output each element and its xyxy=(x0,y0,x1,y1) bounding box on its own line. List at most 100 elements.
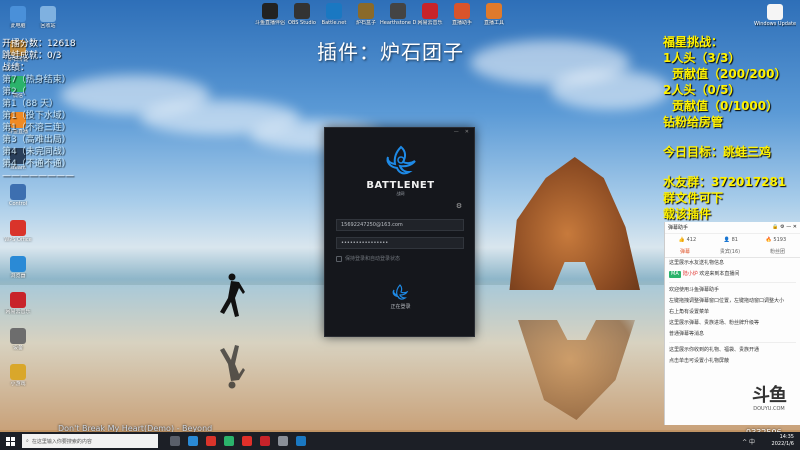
desktop-icon-label: 回收站 xyxy=(40,23,56,29)
challenge-2-progress: 贡献值（0/1000） xyxy=(672,99,779,113)
message-text: 这里展示水友送礼物信息 xyxy=(669,260,725,266)
taskbar-app-icon[interactable] xyxy=(260,436,270,446)
stream-stats-left: 开播分数：12618 跳蛙成就：0/3 战绩： 第7（热身结束） 第2（ 第1（88 天… xyxy=(2,38,76,182)
desktop-icon[interactable]: 小游戏 xyxy=(0,364,36,387)
minimize-icon[interactable]: — xyxy=(454,129,459,136)
desktop-icon[interactable]: 直播助手 xyxy=(444,3,480,26)
desktop-icon[interactable]: 斗鱼直播伴侣 xyxy=(252,3,288,26)
stat-line: 第7（热身结束） xyxy=(2,75,71,85)
user-level-badge: MA xyxy=(669,271,681,278)
challenge-1-progress: 贡献值（200/200） xyxy=(672,67,787,81)
desktop-icon-label: 网易云音乐 xyxy=(417,20,443,26)
app-icon xyxy=(454,3,470,19)
brand-name: BATTLENET xyxy=(366,180,435,191)
danmu-tabs[interactable]: 弹幕 贵宾(16) 粉丝团 xyxy=(665,246,800,258)
message-text: 这里展示弹幕、贵族进场、粉丝牌升级等 xyxy=(669,320,760,326)
taskbar-apps xyxy=(170,436,306,446)
desktop-icon[interactable]: 直播工具 xyxy=(476,3,512,26)
desktop-icon[interactable]: 网易云音乐 xyxy=(0,292,36,315)
danmu-panel[interactable]: 弹幕助手 🔒 ⚙ — ✕ 👍 412 👤 81 🔥 5193 弹幕 贵宾(16) 粉丝团… xyxy=(664,222,800,425)
danmu-message: 这里展示弹幕、贵族进场、粉丝牌升级等 xyxy=(665,318,800,329)
app-icon xyxy=(40,6,56,22)
danmu-message: 欢迎使用斗鱼弹幕助手 xyxy=(665,285,800,296)
taskbar-app-icon[interactable] xyxy=(170,436,180,446)
taskbar-clock[interactable]: 14:35 2022/1/6 xyxy=(772,434,794,448)
clock-time: 14:35 xyxy=(779,434,794,440)
desktop-icon-label: WPS Office xyxy=(4,237,32,243)
taskbar: ⌕ 在这里输入你要搜索的内容 ^ 中 14:35 2022/1/6 xyxy=(0,432,800,450)
stat-line: 第2（ xyxy=(2,87,26,97)
taskbar-app-icon[interactable] xyxy=(188,436,198,446)
desktop-icon[interactable]: 网易云音乐 xyxy=(412,3,448,26)
desktop-icon[interactable]: 回收站 xyxy=(30,6,66,29)
desktop-icon-label: Battle.net xyxy=(321,20,347,26)
app-icon xyxy=(10,256,26,272)
close-icon[interactable]: ✕ xyxy=(465,129,469,136)
danmu-message: 普通弹幕等消息 xyxy=(665,329,800,340)
remember-login-checkbox[interactable]: 保持登录和自动登录状态 xyxy=(336,255,400,262)
start-button[interactable] xyxy=(0,432,20,450)
danmu-stat-value: 81 xyxy=(731,237,738,243)
danmu-message: 左键拖拽调整弹幕窗口位置，左键拖动窗口调整大小 xyxy=(665,296,800,307)
windows-logo-icon xyxy=(5,436,15,446)
message-text: 欢迎来到本直播间 xyxy=(699,271,740,277)
windows-update-label: Windows Update Bl... xyxy=(754,21,796,27)
taskbar-app-icon[interactable] xyxy=(296,436,306,446)
taskbar-app-icon[interactable] xyxy=(224,436,234,446)
app-icon xyxy=(10,184,26,200)
password-field[interactable]: •••••••••••••••• xyxy=(336,237,464,249)
danmu-stats: 👍 412 👤 81 🔥 5193 xyxy=(665,234,800,246)
danmu-tab[interactable]: 贵宾(16) xyxy=(720,248,740,255)
app-icon xyxy=(390,3,406,19)
taskbar-app-icon[interactable] xyxy=(278,436,288,446)
danmu-message: 这里展示你收到的礼物、福袋、贵族开通 xyxy=(665,345,800,356)
danmu-tab[interactable]: 粉丝团 xyxy=(770,248,785,255)
douyu-url: DOUYU.COM xyxy=(753,406,785,412)
email-field[interactable]: 15692247250@163.com xyxy=(336,219,464,231)
desktop-icon[interactable]: Control xyxy=(0,184,36,207)
app-icon xyxy=(294,3,310,19)
challenge-2: 2人头（0/5） xyxy=(663,83,741,97)
fan-note: 钻粉给房管 xyxy=(663,115,724,129)
taskbar-app-icon[interactable] xyxy=(242,436,252,446)
rock-arch xyxy=(509,157,640,290)
desktop-icon[interactable]: Hearthstone Deck Tracker xyxy=(380,3,416,26)
settings-gear-icon[interactable]: ⚙ xyxy=(455,202,463,210)
taskbar-app-icon[interactable] xyxy=(206,436,216,446)
app-icon xyxy=(10,364,26,380)
divider xyxy=(669,282,796,283)
battlenet-window[interactable]: — ✕ BATTLENET 战网 ⚙ 15692247250@163.com •… xyxy=(324,127,475,337)
stat-line: 第1（88 天） xyxy=(2,99,59,109)
taskbar-search-placeholder: 在这里输入你要搜索的内容 xyxy=(31,438,92,445)
system-tray[interactable]: ^ 中 xyxy=(742,437,755,446)
danmu-stat-value: 5193 xyxy=(773,237,787,243)
danmu-stat: 👍 412 xyxy=(679,237,696,243)
desktop-icon-label: 直播工具 xyxy=(483,20,504,26)
danmu-panel-header[interactable]: 弹幕助手 🔒 ⚙ — ✕ xyxy=(665,222,800,234)
desktop-icon[interactable]: 设备 xyxy=(0,328,36,351)
windows-update-icon[interactable]: Windows Update Bl... xyxy=(754,4,796,27)
window-titlebar[interactable]: — ✕ xyxy=(325,128,474,136)
checkbox-box[interactable] xyxy=(336,255,342,262)
desktop-icon[interactable]: 炉石盒子 xyxy=(348,3,384,26)
desktop-icon[interactable]: OBS Studio xyxy=(284,3,320,26)
taskbar-search[interactable]: ⌕ 在这里输入你要搜索的内容 xyxy=(22,434,158,448)
danmu-tab[interactable]: 弹幕 xyxy=(680,248,690,255)
group-note-1: 群文件可下 xyxy=(663,191,724,205)
battlenet-logo-icon xyxy=(386,145,416,175)
clock-date: 2022/1/6 xyxy=(771,441,794,447)
daily-goal: 今日目标：跳蛙三鸡 xyxy=(663,145,772,159)
danmu-message: 右上角有设置菜单 xyxy=(665,307,800,318)
desktop-icon[interactable]: Battle.net xyxy=(316,3,352,26)
window-controls[interactable]: 🔒 ⚙ — ✕ xyxy=(772,224,797,231)
desktop-icon[interactable]: 浏览器 xyxy=(0,256,36,279)
remember-login-label: 保持登录和自动登录状态 xyxy=(345,256,401,262)
stat-line: 第4（未完同战） xyxy=(2,147,71,157)
desktop-icon-label: 设备 xyxy=(12,345,23,351)
desktop-icon[interactable]: WPS Office xyxy=(0,220,36,243)
desktop-icon-label: 斗鱼直播伴侣 xyxy=(254,20,285,26)
douyu-mark: 斗鱼 xyxy=(752,385,787,406)
stat-line: 第3（高难出局） xyxy=(2,135,71,145)
fan-group: 水友群：372017281 xyxy=(663,175,787,189)
danmu-stat: 👤 81 xyxy=(724,237,738,243)
